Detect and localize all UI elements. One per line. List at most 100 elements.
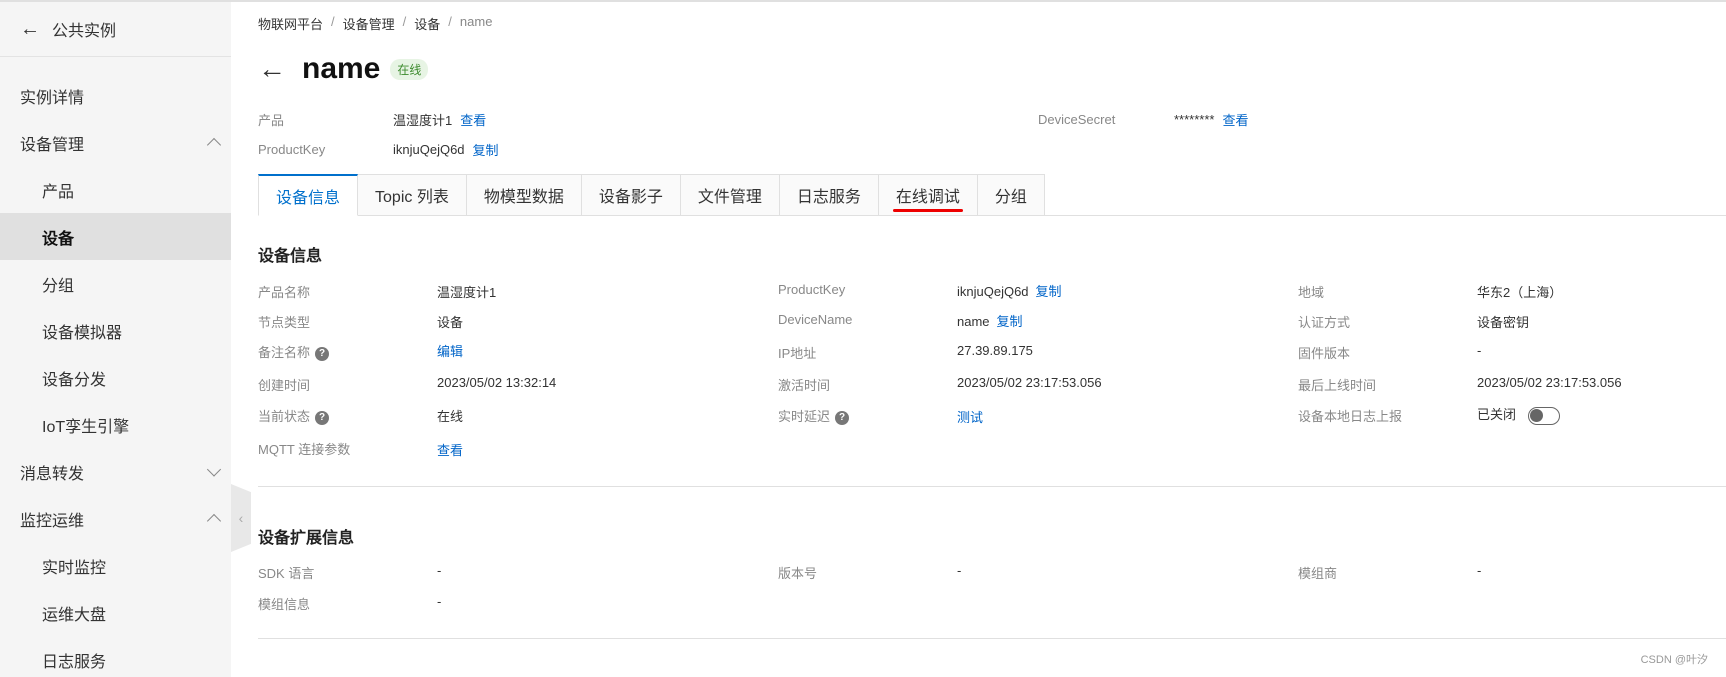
main-content: 物联网平台 / 设备管理 / 设备 / name ← name 在线 产品 温湿…: [231, 0, 1726, 677]
copy-productkey-link[interactable]: 复制: [473, 140, 499, 159]
sidebar-item-label: 运维大盘: [42, 606, 107, 624]
help-icon[interactable]: ?: [315, 410, 330, 425]
tab-device-shadow[interactable]: 设备影子: [581, 174, 681, 216]
breadcrumb-item[interactable]: 设备: [414, 14, 440, 33]
sidebar-item-label: IoT孪生引擎: [42, 418, 130, 436]
sidebar-item-label: 产品: [42, 183, 75, 201]
breadcrumb-item[interactable]: 物联网平台: [258, 14, 323, 33]
sidebar-item-message-forwarding[interactable]: 消息转发: [0, 448, 231, 495]
tab-label: 设备影子: [598, 189, 663, 206]
tab-label: Topic 列表: [375, 189, 449, 206]
state-label-cell: 当前状态?: [258, 406, 330, 425]
view-mqtt-link[interactable]: 查看: [437, 440, 463, 459]
last-online-value: 2023/05/02 23:17:53.056: [1477, 375, 1622, 390]
tab-group[interactable]: 分组: [977, 174, 1045, 216]
sidebar-item-label: 消息转发: [20, 465, 85, 483]
devicesecret-value: ********: [1174, 112, 1215, 127]
state-value: 在线: [437, 409, 464, 424]
remark-label: 备注名称: [258, 345, 311, 360]
tab-log-service[interactable]: 日志服务: [779, 174, 879, 216]
page-title: name: [302, 52, 381, 85]
sidebar-item-label: 监控运维: [20, 512, 85, 530]
sidebar-item-monitoring-ops[interactable]: 监控运维: [0, 495, 231, 542]
status-badge: 在线: [390, 58, 429, 80]
tab-label: 在线调试: [895, 189, 960, 206]
sidebar-item-device-simulator[interactable]: 设备模拟器: [0, 307, 231, 354]
watermark: CSDN @叶汐: [1640, 654, 1708, 666]
module-info-label: 模组信息: [258, 597, 311, 612]
firmware-version-value: -: [1477, 343, 1482, 358]
sidebar-item-label: 日志服务: [42, 653, 107, 671]
mqtt-params-label: MQTT 连接参数: [258, 442, 351, 457]
view-product-link[interactable]: 查看: [460, 110, 486, 129]
sidebar-item-device-distribution[interactable]: 设备分发: [0, 354, 231, 401]
sidebar-item-product[interactable]: 产品: [0, 166, 231, 213]
sidebar-item-label: 设备: [42, 230, 75, 248]
section-divider: [258, 638, 1726, 639]
tab-topic-list[interactable]: Topic 列表: [358, 174, 467, 216]
sidebar-item-realtime-monitor[interactable]: 实时监控: [0, 542, 231, 589]
tab-file-management[interactable]: 文件管理: [680, 174, 780, 216]
sidebar-item-label: 实例详情: [20, 89, 85, 107]
product-value: 温湿度计1: [393, 113, 453, 128]
sidebar-item-ops-dashboard[interactable]: 运维大盘: [0, 589, 231, 636]
ext-info-title: 设备扩展信息: [258, 530, 355, 547]
last-online-label: 最后上线时间: [1298, 378, 1377, 393]
tab-label: 物模型数据: [483, 189, 564, 206]
header-productkey-row: ProductKey iknjuQejQ6d 复制: [258, 140, 499, 159]
region-value: 华东2（上海）: [1477, 285, 1563, 300]
chevron-up-icon: [206, 137, 222, 152]
tab-online-debug[interactable]: 在线调试: [878, 174, 978, 216]
devicename-value: name: [957, 314, 990, 329]
auth-method-value: 设备密钥: [1477, 315, 1530, 330]
local-log-toggle[interactable]: [1528, 406, 1561, 425]
tab-device-info[interactable]: 设备信息: [258, 174, 359, 216]
module-vendor-value: -: [1477, 563, 1482, 578]
device-info-title: 设备信息: [258, 248, 323, 265]
sidebar-item-label: 设备分发: [42, 371, 107, 389]
devicename-label: DeviceName: [778, 312, 853, 327]
version-value: -: [957, 563, 962, 578]
chevron-up-icon: [206, 513, 222, 528]
sidebar-item-instance-detail[interactable]: 实例详情: [0, 72, 231, 119]
sidebar-item-log-service[interactable]: 日志服务: [0, 636, 231, 677]
ip-address-label: IP地址: [778, 346, 817, 361]
header-secret-row: DeviceSecret ******** 查看: [1038, 110, 1249, 129]
tab-label: 日志服务: [796, 189, 861, 206]
sidebar-item-iot-twin-engine[interactable]: IoT孪生引擎: [0, 401, 231, 448]
red-underline-annotation: [892, 209, 963, 212]
node-type-label: 节点类型: [258, 315, 311, 330]
sidebar-item-label: 设备管理: [20, 136, 85, 154]
help-icon[interactable]: ?: [835, 410, 850, 425]
test-delay-link[interactable]: 测试: [957, 407, 983, 426]
breadcrumb-separator: /: [448, 14, 452, 29]
module-vendor-label: 模组商: [1298, 566, 1338, 581]
arrow-left-icon[interactable]: ←: [258, 55, 286, 83]
region-label: 地域: [1298, 285, 1325, 300]
sidebar-item-label: 分组: [42, 277, 75, 295]
sdk-language-value: -: [437, 563, 442, 578]
sidebar-item-group[interactable]: 分组: [0, 260, 231, 307]
edit-remark-link[interactable]: 编辑: [437, 341, 463, 360]
tab-thing-model-data[interactable]: 物模型数据: [466, 174, 582, 216]
help-icon[interactable]: ?: [315, 346, 330, 361]
devicename-cell: name 复制: [957, 311, 1023, 330]
toggle-knob: [1530, 408, 1544, 422]
breadcrumb-item[interactable]: 设备管理: [343, 14, 395, 33]
delay-label: 实时延迟: [778, 409, 831, 424]
sidebar-back-button[interactable]: ← 公共实例: [0, 2, 231, 57]
product-name-value: 温湿度计1: [437, 285, 497, 300]
copy-devicename-link[interactable]: 复制: [997, 314, 1023, 329]
sidebar-back-label: 公共实例: [52, 23, 117, 40]
section-divider: [258, 486, 1726, 487]
version-label: 版本号: [778, 566, 818, 581]
tab-label: 文件管理: [697, 189, 762, 206]
view-secret-link[interactable]: 查看: [1222, 110, 1248, 129]
header-product-row: 产品 温湿度计1 查看: [258, 110, 486, 129]
product-label: 产品: [258, 113, 285, 128]
copy-productkey-info-link[interactable]: 复制: [1036, 284, 1062, 299]
activated-time-label: 激活时间: [778, 378, 831, 393]
remark-label-cell: 备注名称?: [258, 342, 330, 361]
sidebar-item-device-management[interactable]: 设备管理: [0, 119, 231, 166]
sidebar-item-device[interactable]: 设备: [0, 213, 231, 260]
